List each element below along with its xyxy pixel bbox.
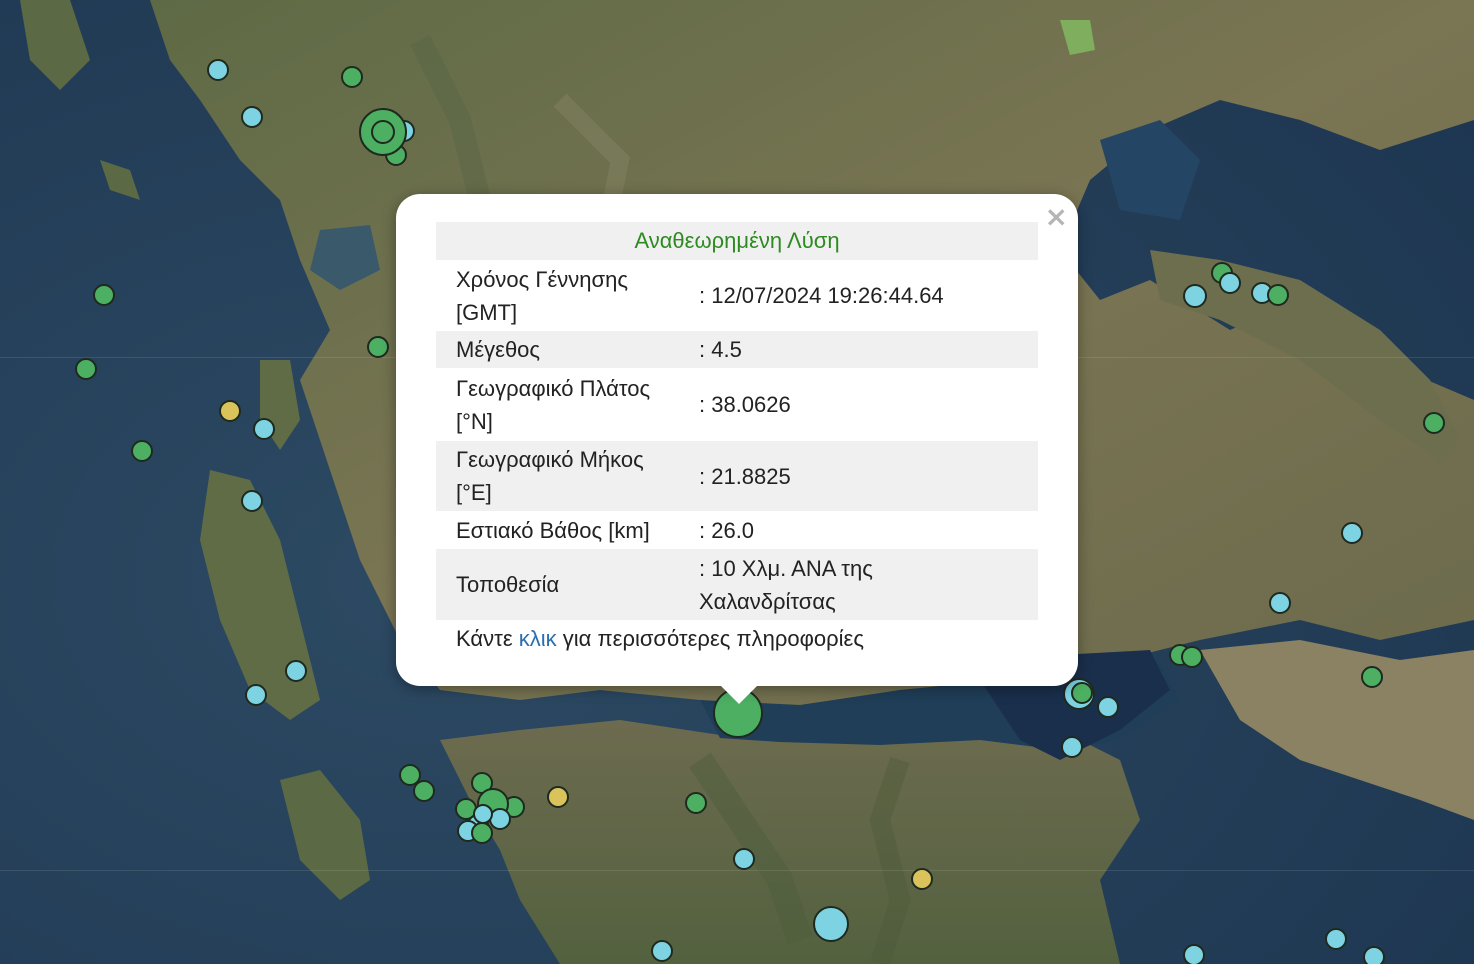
earthquake-marker[interactable] [733,848,755,870]
row-value: : 21.8825 [699,463,791,489]
row-label: Χρόνος Γέννησης [GMT] [436,263,699,329]
row-label: Γεωγραφικό Πλάτος [°N] [436,372,699,438]
popup-title: Αναθεωρημένη Λύση [436,222,1038,260]
info-row-depth: Εστιακό Βάθος [km] : 26.0 [436,511,1038,549]
footer-text: Κάντε [456,626,519,651]
earthquake-marker[interactable] [1423,412,1445,434]
info-row-latitude: Γεωγραφικό Πλάτος [°N] : 38.0626 [436,368,1038,441]
row-label-line: [GMT] [456,299,518,325]
info-row-longitude: Γεωγραφικό Μήκος [°E] : 21.8825 [436,441,1038,511]
earthquake-popup: × Αναθεωρημένη Λύση Χρόνος Γέννησης [GMT… [396,194,1078,686]
earthquake-marker[interactable] [219,400,241,422]
earthquake-marker[interactable] [241,106,263,128]
row-value: : 4.5 [699,337,742,362]
row-value-line: : 10 Χλμ. ΑΝΑ της [699,555,873,581]
info-row-location: Τοποθεσία : 10 Χλμ. ΑΝΑ της Χαλανδρίτσας [436,549,1038,620]
info-row-magnitude: Μέγεθος : 4.5 [436,331,1038,368]
earthquake-marker[interactable] [341,66,363,88]
row-label-line: [°E] [456,480,492,505]
earthquake-marker[interactable] [1325,928,1347,950]
row-label-line: Γεωγραφικό Πλάτος [456,375,651,401]
earthquake-marker[interactable] [1183,944,1205,964]
earthquake-marker[interactable] [1071,682,1093,704]
footer-text: για περισσότερες πληροφορίες [556,626,864,651]
row-label: Τοποθεσία [456,572,560,597]
earthquake-marker[interactable] [1061,736,1083,758]
earthquake-marker[interactable] [911,868,933,890]
close-icon[interactable]: × [1045,200,1068,234]
row-label-line: Γεωγραφικό Μήκος [456,447,644,472]
popup-content: Αναθεωρημένη Λύση Χρόνος Γέννησης [GMT] … [436,222,1038,658]
row-value: : 10 Χλμ. ΑΝΑ της Χαλανδρίτσας [699,552,1038,618]
earthquake-marker[interactable] [1267,284,1289,306]
earthquake-marker[interactable] [1181,646,1203,668]
earthquake-marker[interactable] [413,780,435,802]
earthquake-marker[interactable] [1183,284,1207,308]
row-value: : 38.0626 [699,392,791,417]
earthquake-marker[interactable] [1361,666,1383,688]
popup-tip [720,685,758,704]
map-view[interactable]: × Αναθεωρημένη Λύση Χρόνος Γέννησης [GMT… [0,0,1474,964]
earthquake-marker[interactable] [75,358,97,380]
row-label-line: [°N] [456,408,493,434]
earthquake-marker[interactable] [473,804,493,824]
earthquake-marker[interactable] [1097,696,1119,718]
earthquake-marker[interactable] [131,440,153,462]
earthquake-marker[interactable] [1219,272,1241,294]
earthquake-marker[interactable] [471,822,493,844]
earthquake-marker[interactable] [1269,592,1291,614]
earthquake-marker[interactable] [245,684,267,706]
more-info-link[interactable]: κλικ [519,626,557,651]
tile-seam [0,870,1474,871]
earthquake-marker[interactable] [371,120,395,144]
earthquake-marker[interactable] [285,660,307,682]
earthquake-marker[interactable] [651,940,673,962]
earthquake-marker[interactable] [685,792,707,814]
earthquake-marker[interactable] [253,418,275,440]
earthquake-marker[interactable] [93,284,115,306]
earthquake-marker[interactable] [547,786,569,808]
row-label: Εστιακό Βάθος [km] [456,517,650,543]
popup-footer: Κάντε κλικ για περισσότερες πληροφορίες [436,620,1038,658]
earthquake-marker[interactable] [1363,946,1385,964]
row-value: : 12/07/2024 19:26:44.64 [699,283,944,308]
row-label: Γεωγραφικό Μήκος [°E] [436,443,699,509]
earthquake-marker[interactable] [207,59,229,81]
row-label: Μέγεθος [456,337,541,362]
info-row-origin-time: Χρόνος Γέννησης [GMT] : 12/07/2024 19:26… [436,260,1038,331]
earthquake-marker[interactable] [367,336,389,358]
earthquake-marker[interactable] [241,490,263,512]
earthquake-marker[interactable] [1341,522,1363,544]
row-label-line: Χρόνος Γέννησης [456,266,628,292]
earthquake-marker[interactable] [813,906,849,942]
row-value-line: Χαλανδρίτσας [699,588,836,614]
row-value: : 26.0 [699,517,755,543]
